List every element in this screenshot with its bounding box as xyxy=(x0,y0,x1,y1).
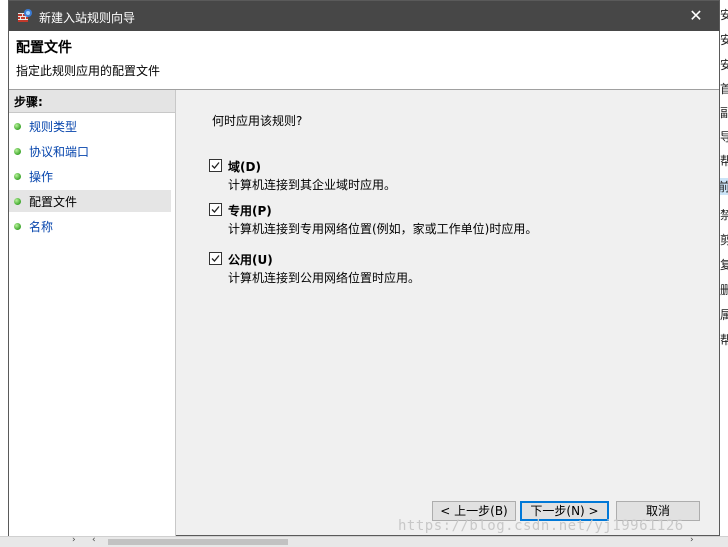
scroll-right-icon[interactable]: › xyxy=(690,535,694,545)
background-char: 副 xyxy=(720,106,728,120)
step-protocol-ports[interactable]: 协议和端口 xyxy=(9,140,171,162)
scrollbar-thumb[interactable] xyxy=(108,539,288,545)
scroll-left-icon[interactable]: ‹ xyxy=(92,535,96,545)
step-rule-type[interactable]: 规则类型 xyxy=(9,115,171,137)
close-button[interactable]: ✕ xyxy=(673,1,719,31)
steps-title: 步骤: xyxy=(9,90,175,113)
window-title: 新建入站规则向导 xyxy=(39,11,136,25)
main-panel: 何时应用该规则? 域(D) 计算机连接到其企业域时应用。 专用(P) 计算机连接… xyxy=(176,90,720,536)
step-label: 名称 xyxy=(29,220,54,234)
option-label: 公用(U) xyxy=(228,253,273,267)
steps-title-label: 步骤: xyxy=(14,95,43,109)
background-char: 安 xyxy=(720,58,728,72)
checkmark-icon xyxy=(211,206,220,213)
steps-sidebar: 步骤: 规则类型 协议和端口 操作 配置文件 名称 xyxy=(9,90,176,536)
close-icon: ✕ xyxy=(689,6,703,25)
scroll-right-icon[interactable]: › xyxy=(72,535,76,545)
public-checkbox[interactable] xyxy=(209,252,222,265)
background-char: 删 xyxy=(720,283,728,297)
wizard-header: 配置文件 指定此规则应用的配置文件 xyxy=(9,31,719,90)
domain-checkbox[interactable] xyxy=(209,159,222,172)
step-label: 规则类型 xyxy=(29,120,78,134)
page-title: 配置文件 xyxy=(16,40,72,56)
step-action[interactable]: 操作 xyxy=(9,165,171,187)
background-char: 安 xyxy=(720,8,728,22)
firewall-icon xyxy=(18,9,32,22)
checkmark-icon xyxy=(211,162,220,169)
step-label: 操作 xyxy=(29,170,54,184)
background-char: 安 xyxy=(720,33,728,47)
step-label: 配置文件 xyxy=(29,195,78,209)
background-char: 导 xyxy=(720,130,728,144)
background-char: 剪 xyxy=(720,233,728,247)
option-description: 计算机连接到专用网络位置(例如，家或工作单位)时应用。 xyxy=(228,222,538,236)
step-status-dot-icon xyxy=(14,198,21,205)
title-bar[interactable]: 新建入站规则向导 ✕ xyxy=(9,1,719,31)
wizard-dialog: 新建入站规则向导 ✕ 配置文件 指定此规则应用的配置文件 步骤: 规则类型 协议… xyxy=(8,0,720,536)
step-name[interactable]: 名称 xyxy=(9,215,171,237)
step-profile[interactable]: 配置文件 xyxy=(9,190,171,212)
checkmark-icon xyxy=(211,255,220,262)
step-status-dot-icon xyxy=(14,148,21,155)
step-label: 协议和端口 xyxy=(29,145,90,159)
background-char: 帮 xyxy=(720,154,728,168)
option-label: 专用(P) xyxy=(228,204,272,218)
private-checkbox[interactable] xyxy=(209,203,222,216)
step-status-dot-icon xyxy=(14,223,21,230)
option-description: 计算机连接到其企业域时应用。 xyxy=(228,178,397,192)
watermark: https://blog.csdn.net/yj19961126 xyxy=(398,518,684,534)
background-scrollbar[interactable]: › ‹ › xyxy=(0,535,728,547)
background-char: 首 xyxy=(720,82,728,96)
background-char: 属 xyxy=(720,308,728,322)
background-char: 禁 xyxy=(720,208,728,222)
page-subtitle: 指定此规则应用的配置文件 xyxy=(16,64,161,78)
background-char: 复 xyxy=(720,258,728,272)
option-description: 计算机连接到公用网络位置时应用。 xyxy=(228,271,421,285)
background-char: 帮 xyxy=(720,333,728,347)
step-status-dot-icon xyxy=(14,173,21,180)
option-label: 域(D) xyxy=(228,160,261,174)
step-status-dot-icon xyxy=(14,123,21,130)
question-text: 何时应用该规则? xyxy=(212,114,303,128)
